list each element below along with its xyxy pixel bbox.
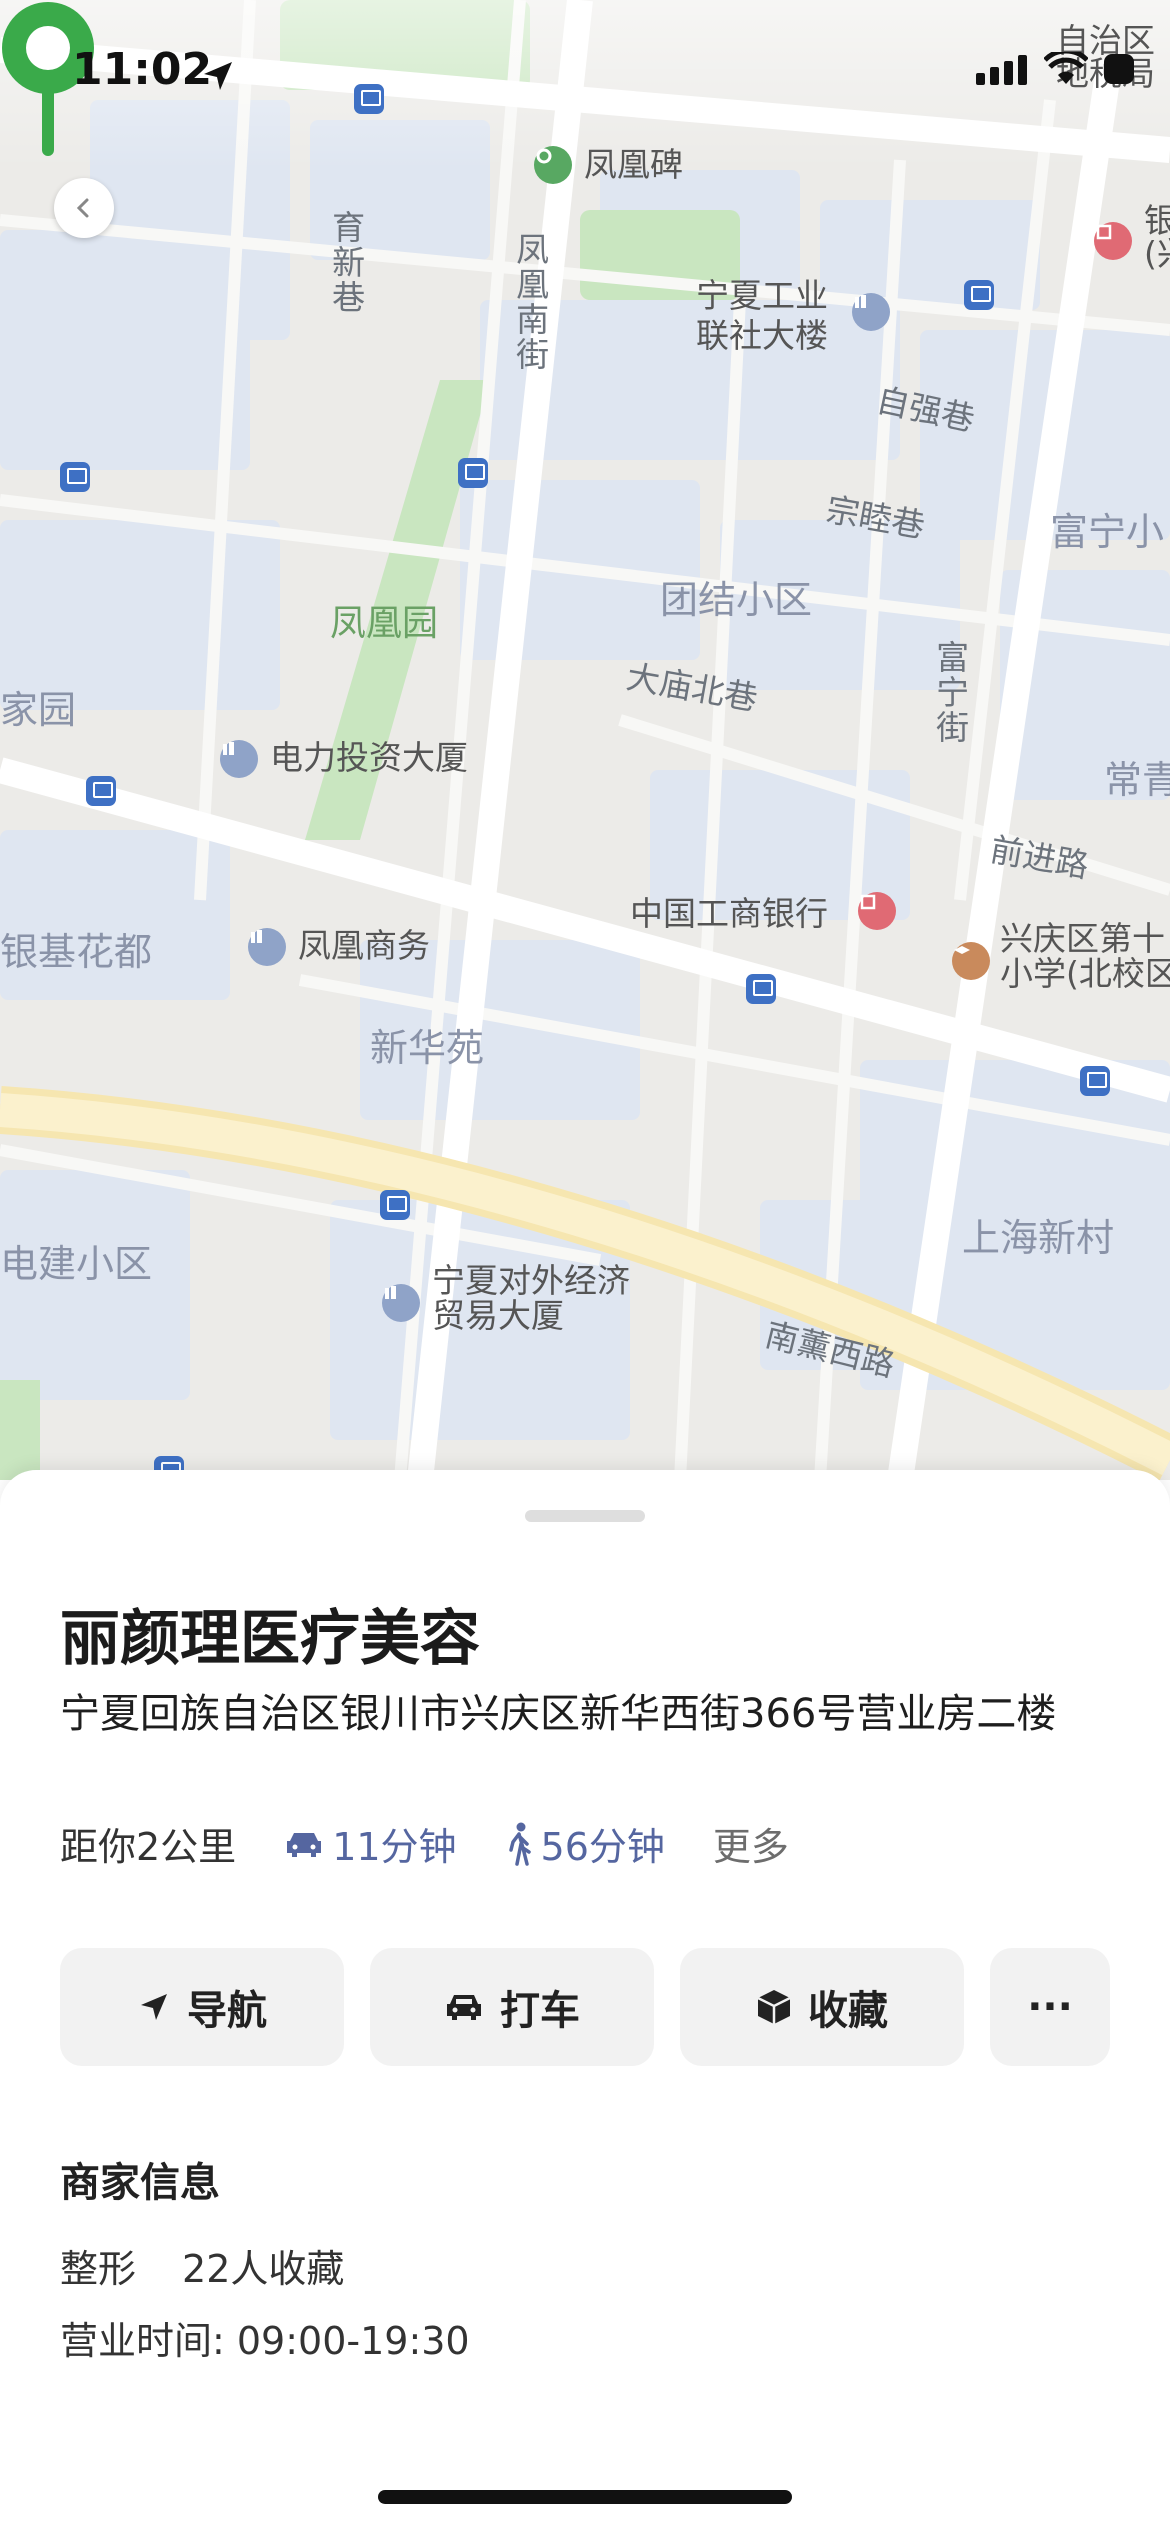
map-label-icbc[interactable]: 中国工商银行 (630, 894, 828, 934)
taxi-label: 打车 (500, 1988, 580, 2034)
bus-stop-icon[interactable] (1080, 1066, 1110, 1096)
bank-icon[interactable] (858, 892, 896, 930)
walking-icon (508, 1822, 531, 1866)
status-time: 11:02 (72, 44, 213, 95)
school-icon[interactable] (952, 942, 990, 980)
business-hours: 营业时间: 09:00-19:30 (60, 2319, 470, 2363)
map-label-fenghuangbei[interactable]: 凤凰碑 (584, 145, 683, 185)
taxi-icon (447, 1995, 481, 2020)
merchant-info-title: 商家信息 (60, 2160, 220, 2206)
map-label-shanghai: 上海新村 (962, 1216, 1115, 1260)
distance-text: 距你2公里 (60, 1825, 237, 1869)
scenic-spot-icon[interactable] (534, 146, 572, 184)
place-name: 丽颜理医疗美容 (60, 1604, 480, 1674)
map-label-dianjian: 电建小区 (0, 1242, 153, 1286)
map-label-xingqing-school[interactable]: 兴庆区第十 小学(北校区 (1000, 921, 1170, 991)
map-label-ningxia-gongye[interactable]: 宁夏工业 联社大楼 (696, 276, 828, 355)
taxi-button[interactable]: 打车 (370, 1948, 654, 2066)
back-button[interactable] (54, 178, 114, 238)
map-view[interactable]: 凤凰碑 育新巷 凤凰南街 宁夏工业 联社大楼 自强巷 宗睦巷 富宁小 团结小区 … (0, 0, 1170, 1486)
map-label-funing-xiao: 富宁小 (1050, 510, 1165, 554)
map-label-tuanjie: 团结小区 (660, 578, 813, 622)
home-indicator[interactable] (378, 2490, 792, 2504)
map-label-funingjie: 富宁街 (930, 640, 970, 745)
merchant-tags: 整形 22人收藏 (60, 2238, 344, 2293)
chevron-left-icon (76, 198, 89, 218)
navigate-button[interactable]: 导航 (60, 1948, 344, 2066)
bank-icon[interactable] (1094, 222, 1132, 260)
merchant-favorites: 22人收藏 (182, 2247, 345, 2291)
sheet-grabber[interactable] (525, 1510, 645, 1522)
action-bar: 导航 打车 收藏 ··· (60, 1948, 1110, 2066)
map-label-fenghuang-shangwu[interactable]: 凤凰商务 (298, 926, 430, 966)
drive-time-text: 11分钟 (332, 1825, 457, 1869)
map-label-yinji: 银基花都 (0, 930, 153, 974)
building-icon[interactable] (220, 740, 258, 778)
wifi-icon (1044, 52, 1088, 84)
map-label-xinhuayuan: 新华苑 (370, 1026, 485, 1070)
bus-stop-icon[interactable] (964, 280, 994, 310)
car-icon (287, 1832, 322, 1857)
building-icon[interactable] (852, 293, 890, 331)
merchant-category: 整形 (60, 2247, 137, 2291)
map-label-fenghuangyuan: 凤凰园 (330, 603, 439, 644)
navigate-label: 导航 (187, 1988, 267, 2034)
map-label-jiayuan: 家园 (0, 688, 77, 732)
more-routes-link[interactable]: 更多 (713, 1816, 789, 1871)
bus-stop-icon[interactable] (380, 1190, 410, 1220)
place-detail-sheet[interactable]: 丽颜理医疗美容 宁夏回族自治区银川市兴庆区新华西街366号营业房二楼 距你2公里… (0, 1470, 1170, 2532)
drive-time[interactable]: 11分钟 (284, 1816, 457, 1871)
navigation-arrow-icon (141, 1994, 167, 2020)
walk-time[interactable]: 56分钟 (505, 1816, 665, 1871)
route-summary: 距你2公里 11分钟 56分钟 更多 (60, 1816, 789, 1871)
favorite-button[interactable]: 收藏 (680, 1948, 964, 2066)
building-icon[interactable] (382, 1284, 420, 1322)
more-icon: ··· (1027, 1984, 1073, 2030)
status-bar: 11:02 (0, 0, 1170, 140)
place-address: 宁夏回族自治区银川市兴庆区新华西街366号营业房二楼 (60, 1691, 1057, 1737)
map-label-yuxinxiang: 育新巷 (326, 210, 366, 315)
map-label-dianli[interactable]: 电力投资大厦 (270, 738, 468, 778)
walk-time-text: 56分钟 (540, 1825, 665, 1869)
map-label-fenghuang-nanjie: 凤凰南街 (510, 232, 550, 372)
more-actions-button[interactable]: ··· (990, 1948, 1110, 2066)
location-arrow-icon (204, 62, 232, 90)
bus-stop-icon[interactable] (746, 974, 776, 1004)
map-label-bank-top[interactable]: 银 (兴 (1144, 204, 1170, 270)
favorite-label: 收藏 (808, 1988, 888, 2034)
building-icon[interactable] (248, 928, 286, 966)
battery-icon (1104, 54, 1134, 84)
bus-stop-icon[interactable] (458, 458, 488, 488)
bus-stop-icon[interactable] (86, 776, 116, 806)
map-label-ningxia-duiwai[interactable]: 宁夏对外经济 贸易大厦 (432, 1263, 630, 1333)
cellular-signal-icon (976, 55, 1027, 85)
bus-stop-icon[interactable] (60, 462, 90, 492)
box-icon (757, 1990, 791, 2024)
map-label-changqing: 常青 (1104, 758, 1170, 802)
